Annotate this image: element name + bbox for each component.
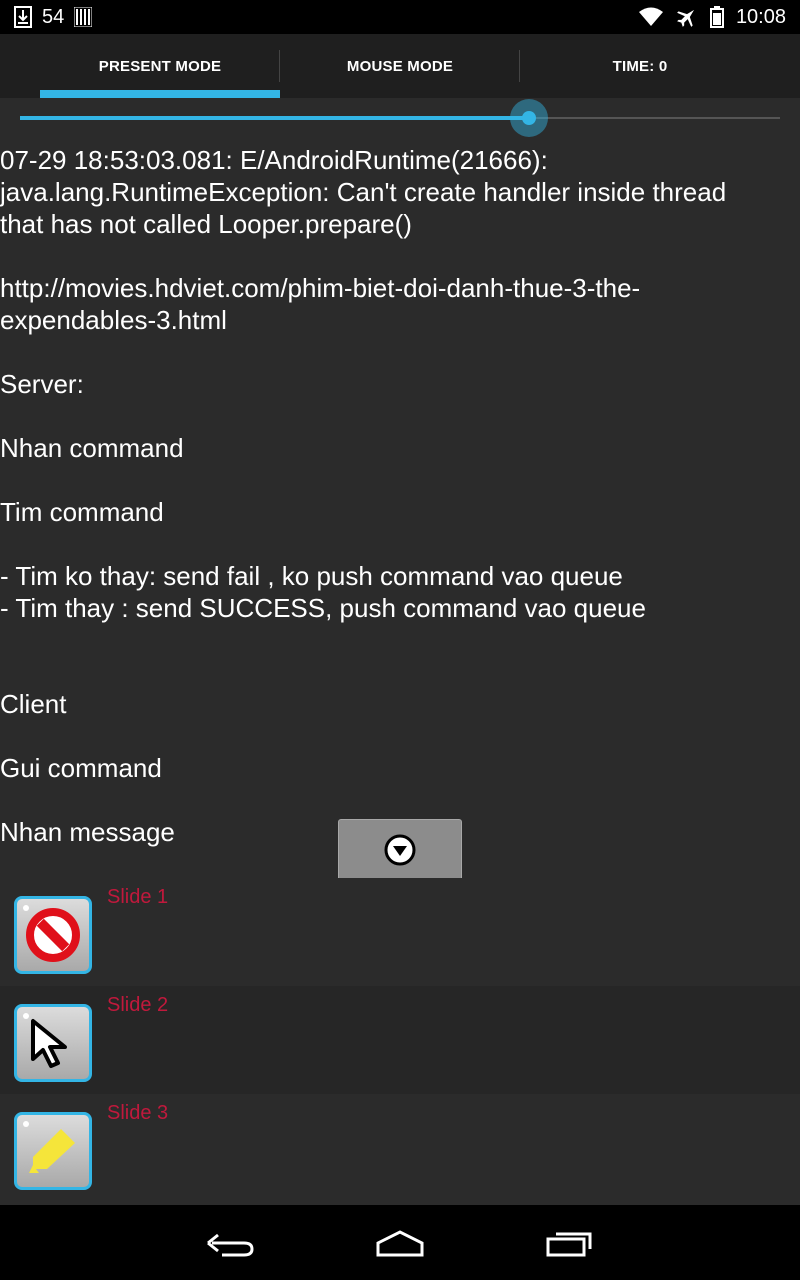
tab-time[interactable]: TIME: 0 xyxy=(520,34,760,98)
slide-item[interactable]: Slide 1 xyxy=(0,878,800,986)
back-button[interactable] xyxy=(200,1223,260,1263)
recents-icon xyxy=(546,1229,594,1257)
notification-count: 54 xyxy=(42,5,65,28)
seek-slider[interactable] xyxy=(20,98,780,138)
status-right: 10:08 xyxy=(638,6,786,29)
download-icon xyxy=(14,6,32,28)
status-bar: 54 10:08 xyxy=(0,0,800,34)
wifi-icon xyxy=(638,7,664,27)
navigation-bar xyxy=(0,1205,800,1280)
tab-label: PRESENT MODE xyxy=(98,57,222,75)
slide-item[interactable]: Slide 3 xyxy=(0,1094,800,1202)
slide-item[interactable]: Slide 2 xyxy=(0,986,800,1094)
highlighter-icon xyxy=(25,1123,81,1179)
mode-tab-bar: PRESENT MODE MOUSE MODE TIME: 0 xyxy=(0,34,800,98)
barcode-icon xyxy=(74,7,93,27)
status-left: 54 xyxy=(14,5,93,29)
back-icon xyxy=(206,1229,254,1257)
tab-label: MOUSE MODE xyxy=(346,57,454,75)
recents-button[interactable] xyxy=(540,1223,600,1263)
slider-fill xyxy=(20,116,529,120)
slide-title: Slide 3 xyxy=(107,1102,169,1124)
slide-thumbnail xyxy=(14,896,92,974)
home-icon xyxy=(374,1229,426,1257)
prohibited-icon xyxy=(25,907,81,963)
slide-title: Slide 2 xyxy=(107,994,169,1016)
home-button[interactable] xyxy=(370,1223,430,1263)
airplane-mode-icon xyxy=(676,6,698,28)
cursor-arrow-icon xyxy=(25,1015,81,1071)
chevron-down-circle-icon xyxy=(383,833,417,867)
clock: 10:08 xyxy=(735,5,786,28)
main-content: 07-29 18:53:03.081: E/AndroidRuntime(216… xyxy=(0,98,800,1205)
slider-thumb[interactable] xyxy=(510,99,548,137)
tab-label: TIME: 0 xyxy=(612,57,668,75)
expand-dropdown-button[interactable] xyxy=(338,819,462,881)
slide-title: Slide 1 xyxy=(107,886,169,908)
slide-thumbnail xyxy=(14,1112,92,1190)
tab-mouse-mode[interactable]: MOUSE MODE xyxy=(280,34,520,98)
slide-thumbnail xyxy=(14,1004,92,1082)
slide-list: Slide 1 Slide 2 Slide 3 xyxy=(0,878,800,1202)
tab-present-mode[interactable]: PRESENT MODE xyxy=(40,34,280,98)
presenter-notes: 07-29 18:53:03.081: E/AndroidRuntime(216… xyxy=(0,145,727,847)
battery-icon xyxy=(709,6,724,28)
